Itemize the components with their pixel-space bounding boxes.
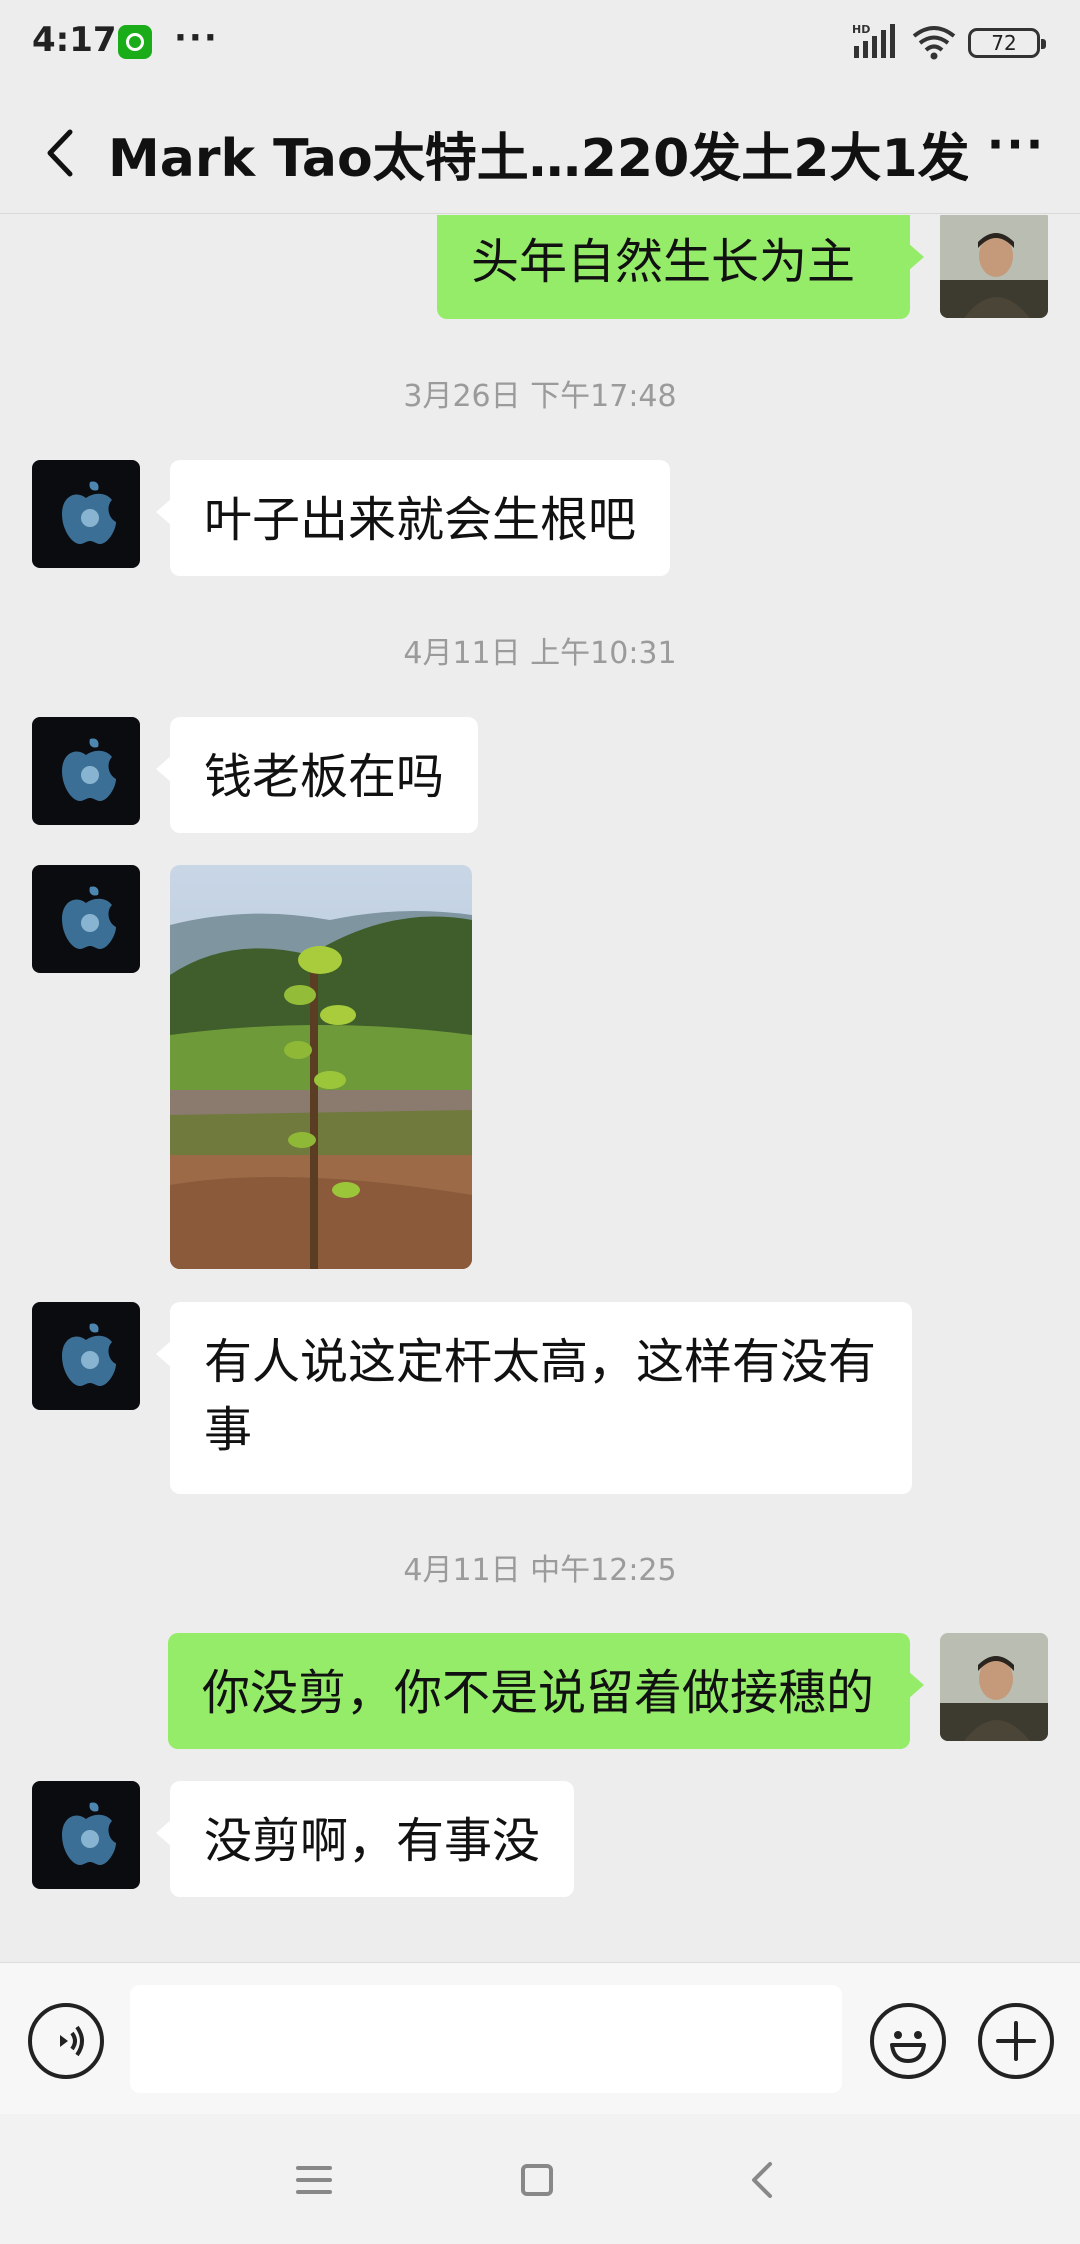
voice-waves bbox=[60, 2025, 84, 2057]
more-notifications-icon: ··· bbox=[174, 18, 219, 58]
network-label: HD bbox=[852, 23, 870, 36]
back-icon[interactable] bbox=[734, 2150, 794, 2210]
system-nav-bar bbox=[0, 2114, 1080, 2244]
message-text: 没剪啊，有事没 bbox=[204, 1813, 541, 1869]
apple-logo-icon bbox=[62, 481, 116, 544]
message-text: 钱老板在吗 bbox=[204, 749, 445, 805]
apple-logo-icon bbox=[62, 886, 116, 949]
my-avatar[interactable] bbox=[940, 1633, 1048, 1741]
smiley-face bbox=[890, 2031, 926, 2063]
chevron-left-icon[interactable] bbox=[28, 118, 98, 188]
message-input[interactable] bbox=[130, 1985, 842, 2093]
status-time: 4:17 bbox=[32, 20, 117, 60]
input-bar bbox=[0, 1962, 1080, 2114]
contact-avatar[interactable] bbox=[32, 717, 140, 825]
app-notification-icon bbox=[118, 25, 152, 59]
message-bubble-incoming[interactable]: 钱老板在吗 bbox=[155, 717, 479, 833]
plus-icon[interactable] bbox=[978, 2003, 1054, 2079]
plus-sign bbox=[996, 2021, 1036, 2061]
emoji-icon[interactable] bbox=[870, 2003, 946, 2079]
voice-icon[interactable] bbox=[28, 2003, 104, 2079]
wifi-icon bbox=[912, 26, 956, 60]
person-photo bbox=[940, 215, 1048, 318]
image-message[interactable] bbox=[170, 865, 472, 1269]
message-text: 你没剪，你不是说留着做接穗的 bbox=[202, 1665, 875, 1721]
apple-logo-icon bbox=[62, 738, 116, 801]
contact-avatar[interactable] bbox=[32, 1302, 140, 1410]
message-text: 头年自然生长为主 bbox=[471, 234, 856, 290]
message-bubble-incoming[interactable]: 有人说这定杆太高，这样有没有事 bbox=[156, 1302, 912, 1494]
chat-title[interactable]: Mark Tao太特土…220发土2大1发 bbox=[108, 116, 968, 191]
message-bubble-outgoing[interactable]: 你没剪，你不是说留着做接穗的 bbox=[168, 1633, 924, 1749]
message-text: 叶子出来就会生根吧 bbox=[204, 492, 637, 548]
contact-avatar[interactable] bbox=[32, 1781, 140, 1889]
person-photo bbox=[940, 1633, 1048, 1741]
message-bubble-incoming[interactable]: 叶子出来就会生根吧 bbox=[155, 460, 671, 576]
message-list[interactable]: 头年自然生长为主 3月26日 下午17:48 叶子出来就会生根吧 4月11日 上… bbox=[0, 215, 1080, 1962]
signal-icon: HD bbox=[852, 23, 895, 58]
more-options-button[interactable]: ··· bbox=[976, 116, 1056, 186]
timestamp: 4月11日 中午12:25 bbox=[403, 1553, 677, 1588]
apple-logo-icon bbox=[62, 1323, 116, 1386]
timestamp: 4月11日 上午10:31 bbox=[403, 636, 677, 671]
home-icon[interactable] bbox=[507, 2150, 567, 2210]
status-bar: 4:17 ··· HD 72 bbox=[0, 0, 1080, 90]
contact-avatar[interactable] bbox=[32, 865, 140, 973]
message-bubble-outgoing[interactable]: 头年自然生长为主 bbox=[437, 215, 924, 319]
apple-logo-icon bbox=[62, 1802, 116, 1865]
menu-icon[interactable] bbox=[284, 2150, 344, 2210]
battery-icon: 72 bbox=[968, 28, 1046, 58]
my-avatar[interactable] bbox=[940, 215, 1048, 318]
chat-header: Mark Tao太特土…220发土2大1发 ··· bbox=[0, 90, 1080, 214]
timestamp: 3月26日 下午17:48 bbox=[403, 379, 677, 414]
contact-avatar[interactable] bbox=[32, 460, 140, 568]
message-bubble-incoming[interactable]: 没剪啊，有事没 bbox=[155, 1781, 575, 1897]
message-text: 有人说这定杆太高，这样有没有事 bbox=[204, 1334, 877, 1458]
seedling-photo bbox=[170, 865, 472, 1269]
